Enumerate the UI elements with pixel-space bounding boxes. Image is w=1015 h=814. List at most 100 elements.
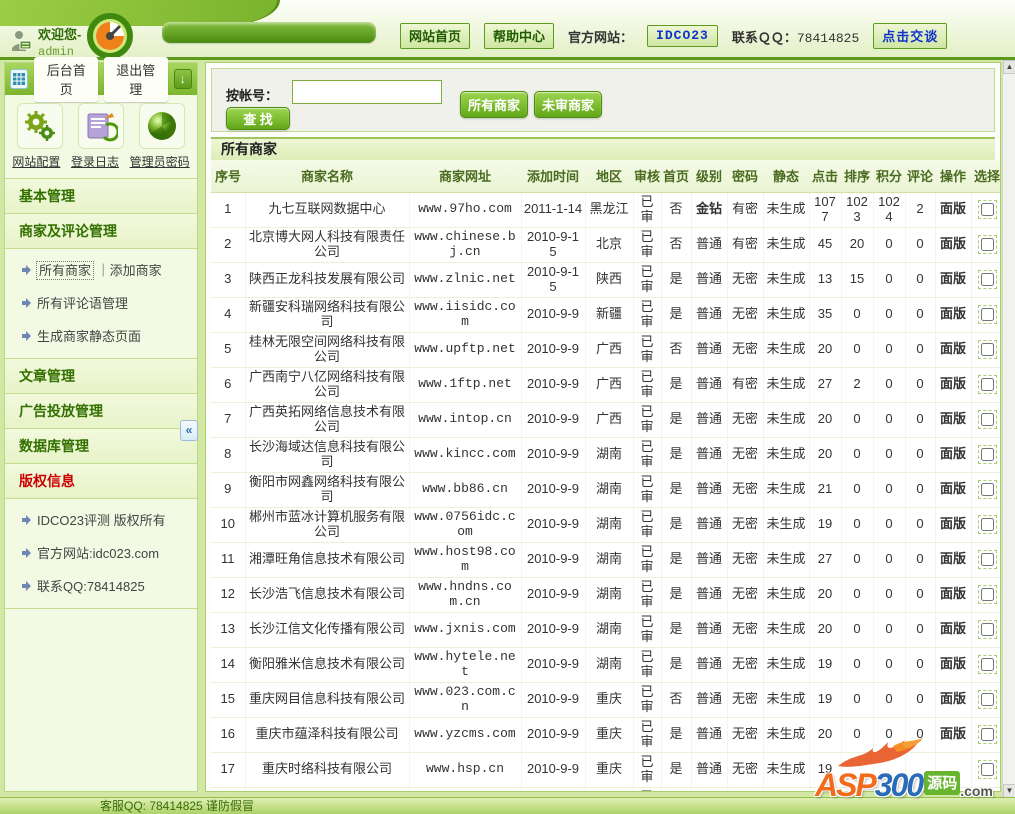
sidebar-collapse-button[interactable]: « bbox=[180, 420, 198, 441]
panel-link bbox=[935, 787, 972, 791]
row-checkbox-input[interactable] bbox=[980, 307, 994, 321]
row-checkbox-input[interactable] bbox=[980, 342, 994, 356]
table-row: 1 九七互联网数据中心 www.97ho.com 2011-1-14 黑龙江 已审否金钻有… bbox=[211, 192, 1000, 228]
row-checkbox[interactable] bbox=[977, 584, 997, 604]
row-checkbox[interactable] bbox=[977, 619, 997, 639]
row-checkbox[interactable] bbox=[977, 549, 997, 569]
admin-password-link[interactable]: 管理员密码 bbox=[130, 153, 190, 170]
collapse-toolbar-icon[interactable]: ↓ bbox=[173, 69, 192, 89]
nav-help-center-button[interactable]: 帮助中心 bbox=[484, 23, 555, 49]
panel-link[interactable]: 面版 bbox=[935, 612, 972, 648]
panel-link[interactable]: 面版 bbox=[935, 507, 972, 543]
select-cell bbox=[971, 647, 1000, 683]
table-cell: 未生成 bbox=[763, 262, 810, 298]
table-row: 12 长沙浩飞信息技术有限公司 www.hndns.com.cn 2010-9-9 湖南… bbox=[211, 577, 1000, 613]
row-checkbox-input[interactable] bbox=[980, 482, 994, 496]
login-log-link[interactable]: 登录日志 bbox=[71, 153, 119, 170]
panel-link[interactable]: 面版 bbox=[935, 332, 972, 368]
header-green-bar bbox=[162, 22, 376, 43]
row-checkbox-input[interactable] bbox=[980, 237, 994, 251]
account-label: 按帐号： bbox=[226, 88, 279, 103]
row-checkbox[interactable] bbox=[977, 514, 997, 534]
login-log-icon[interactable] bbox=[77, 103, 124, 149]
sidebar-section-ads[interactable]: 广告投放管理 bbox=[5, 394, 197, 429]
unreviewed-merchants-button[interactable]: 未审商家 bbox=[534, 91, 602, 118]
find-button[interactable]: 查 找 bbox=[226, 107, 290, 130]
row-checkbox-input[interactable] bbox=[980, 202, 994, 216]
top-header: 欢迎您- admin 网站首页 帮助中心 官方网站： IDCO23 联系ＱＱ：7… bbox=[0, 0, 1015, 60]
all-merchants-button[interactable]: 所有商家 bbox=[460, 91, 528, 118]
sidebar-section-articles[interactable]: 文章管理 bbox=[5, 359, 197, 394]
panel-link[interactable]: 面版 bbox=[935, 682, 972, 718]
sidebar-section-copyright[interactable]: 版权信息 bbox=[5, 464, 197, 499]
sidebar-item-generate-static[interactable]: 生成商家静态页面 bbox=[5, 319, 197, 352]
table-cell: 0 bbox=[873, 367, 906, 403]
site-config-link[interactable]: 网站配置 bbox=[12, 153, 60, 170]
row-checkbox-input[interactable] bbox=[980, 762, 994, 776]
sidebar-item-all-merchants[interactable]: 所有商家 ｜添加商家 bbox=[5, 253, 197, 286]
site-config-icon[interactable] bbox=[16, 103, 63, 149]
scroll-down-icon[interactable]: ▼ bbox=[1003, 784, 1015, 798]
row-checkbox-input[interactable] bbox=[980, 692, 994, 706]
row-checkbox-input[interactable] bbox=[980, 412, 994, 426]
row-checkbox-input[interactable] bbox=[980, 587, 994, 601]
table-cell: 郴州市蓝冰计算机服务有限公司 bbox=[245, 507, 410, 543]
row-checkbox[interactable] bbox=[977, 339, 997, 359]
official-site-button[interactable]: IDCO23 bbox=[647, 25, 718, 47]
row-checkbox[interactable] bbox=[977, 269, 997, 289]
panel-link[interactable]: 面版 bbox=[935, 297, 972, 333]
vertical-scrollbar[interactable]: ▲ ▼ bbox=[1002, 60, 1015, 798]
table-cell: 已审 bbox=[633, 717, 662, 753]
chat-button[interactable]: 点击交谈 bbox=[873, 23, 948, 49]
row-checkbox-input[interactable] bbox=[980, 622, 994, 636]
row-checkbox[interactable] bbox=[977, 374, 997, 394]
panel-link[interactable]: 面版 bbox=[935, 542, 972, 578]
table-cell: 未生成 bbox=[763, 612, 810, 648]
nav-site-home-button[interactable]: 网站首页 bbox=[400, 23, 471, 49]
sidebar-section-basic[interactable]: 基本管理 bbox=[5, 179, 197, 214]
panel-link[interactable]: 面版 bbox=[935, 367, 972, 403]
panel-link[interactable]: 面版 bbox=[935, 437, 972, 473]
logout-button[interactable]: 退出管理 bbox=[104, 56, 168, 102]
row-checkbox-input[interactable] bbox=[980, 657, 994, 671]
row-checkbox-input[interactable] bbox=[980, 272, 994, 286]
backend-home-button[interactable]: 后台首页 bbox=[34, 56, 98, 102]
panel-link[interactable]: 面版 bbox=[935, 262, 972, 298]
row-checkbox-input[interactable] bbox=[980, 727, 994, 741]
row-checkbox[interactable] bbox=[977, 724, 997, 744]
account-search-input[interactable] bbox=[292, 80, 442, 104]
panel-link[interactable]: 面版 bbox=[935, 577, 972, 613]
row-checkbox[interactable] bbox=[977, 304, 997, 324]
row-checkbox[interactable] bbox=[977, 444, 997, 464]
panel-link[interactable]: 面版 bbox=[935, 192, 972, 228]
table-cell: 陕西正龙科技发展有限公司 bbox=[245, 262, 410, 298]
row-checkbox-input[interactable] bbox=[980, 447, 994, 461]
row-checkbox[interactable] bbox=[977, 479, 997, 499]
panel-link[interactable]: 面版 bbox=[935, 647, 972, 683]
copyright-item-official-site[interactable]: 官方网站:idc023.com bbox=[5, 536, 197, 569]
row-checkbox[interactable] bbox=[977, 654, 997, 674]
table-cell: www.jxnis.com bbox=[409, 612, 522, 648]
row-checkbox[interactable] bbox=[977, 234, 997, 254]
row-checkbox-input[interactable] bbox=[980, 377, 994, 391]
row-checkbox[interactable] bbox=[977, 199, 997, 219]
sidebar-item-add-merchant[interactable]: 添加商家 bbox=[110, 263, 162, 278]
scroll-up-icon[interactable]: ▲ bbox=[1003, 60, 1015, 74]
row-checkbox[interactable] bbox=[977, 689, 997, 709]
select-cell bbox=[971, 472, 1000, 508]
table-cell: 2010-9-9 bbox=[521, 717, 586, 753]
panel-link[interactable]: 面版 bbox=[935, 717, 972, 753]
row-checkbox[interactable] bbox=[977, 409, 997, 429]
row-checkbox[interactable] bbox=[977, 759, 997, 779]
select-cell bbox=[971, 507, 1000, 543]
admin-password-icon[interactable] bbox=[139, 103, 186, 149]
table-row: 5 桂林无限空间网络科技有限公司 www.upftp.net 2010-9-9 广西 已审… bbox=[211, 332, 1000, 368]
panel-link[interactable]: 面版 bbox=[935, 227, 972, 263]
sidebar-section-database[interactable]: 数据库管理 bbox=[5, 429, 197, 464]
row-checkbox-input[interactable] bbox=[980, 552, 994, 566]
panel-link[interactable]: 面版 bbox=[935, 472, 972, 508]
sidebar-section-merchants[interactable]: 商家及评论管理 bbox=[5, 214, 197, 249]
panel-link[interactable]: 面版 bbox=[935, 402, 972, 438]
row-checkbox-input[interactable] bbox=[980, 517, 994, 531]
sidebar-item-comments[interactable]: 所有评论语管理 bbox=[5, 286, 197, 319]
